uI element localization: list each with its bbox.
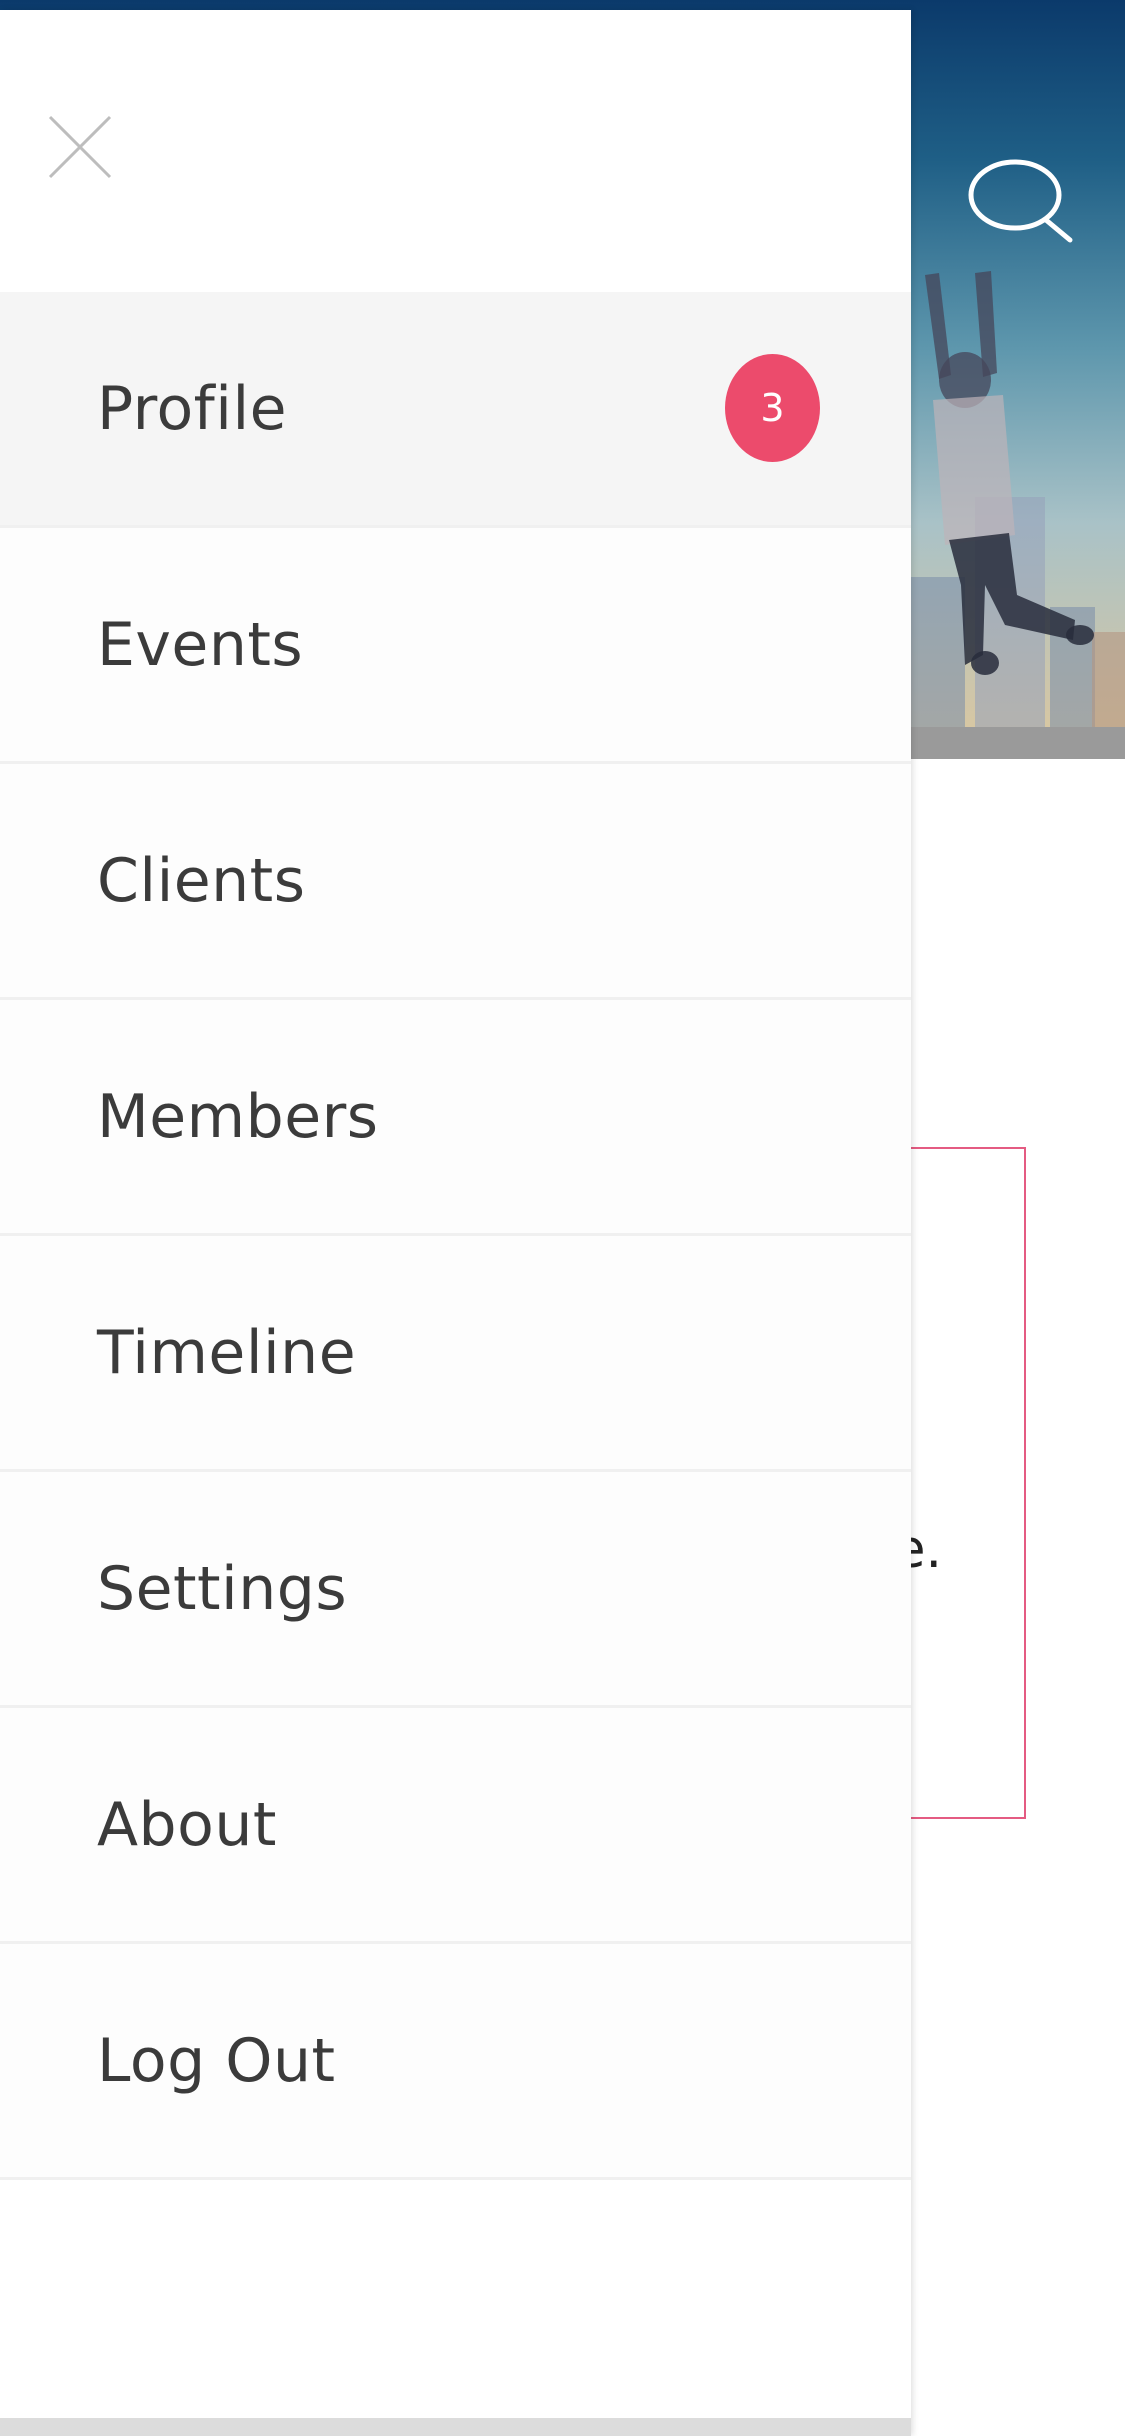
navigation-drawer: Profile 3 Events Clients Members Timelin… (0, 10, 911, 2436)
menu-item-members[interactable]: Members (0, 1000, 911, 1236)
jumping-person-image (925, 271, 1094, 675)
close-icon (48, 115, 112, 179)
menu-item-timeline[interactable]: Timeline (0, 1236, 911, 1472)
menu-item-label: Profile (97, 373, 288, 444)
drawer-footer-bar (0, 2418, 911, 2436)
search-icon (968, 159, 1073, 243)
menu-list: Profile 3 Events Clients Members Timelin… (0, 292, 911, 2180)
menu-item-profile[interactable]: Profile 3 (0, 292, 911, 528)
menu-item-label: Log Out (97, 2025, 336, 2096)
menu-item-log-out[interactable]: Log Out (0, 1944, 911, 2180)
search-button[interactable] (968, 150, 1078, 260)
menu-item-label: About (97, 1789, 277, 1860)
menu-item-about[interactable]: About (0, 1708, 911, 1944)
close-button[interactable] (38, 105, 122, 189)
menu-item-label: Events (97, 609, 304, 680)
menu-item-clients[interactable]: Clients (0, 764, 911, 1000)
menu-item-events[interactable]: Events (0, 528, 911, 764)
menu-item-label: Timeline (97, 1317, 357, 1388)
notification-badge: 3 (725, 354, 820, 462)
app-screen: e. Profile 3 Events Clients Members Time… (0, 0, 1125, 2436)
drawer-header (0, 10, 911, 292)
menu-item-settings[interactable]: Settings (0, 1472, 911, 1708)
menu-item-label: Members (97, 1081, 379, 1152)
menu-item-label: Clients (97, 845, 306, 916)
menu-item-label: Settings (97, 1553, 348, 1624)
